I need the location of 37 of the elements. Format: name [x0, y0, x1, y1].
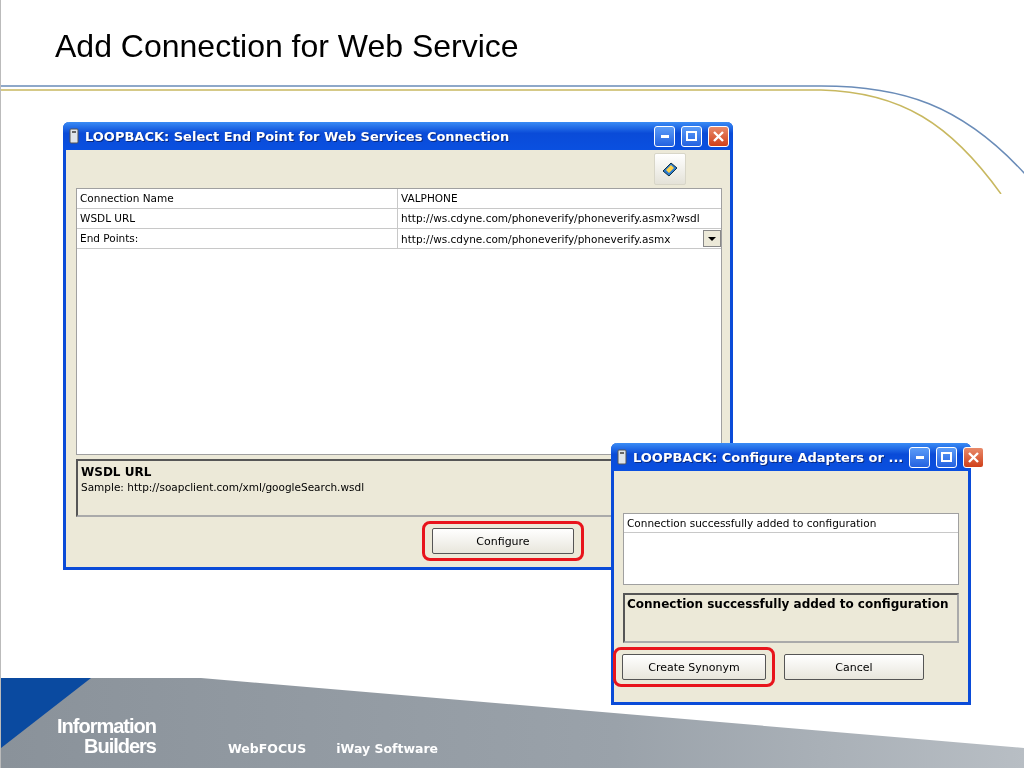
app-icon: [69, 128, 79, 144]
logo-text: Builders: [83, 736, 156, 756]
footer-brand-text: iWay Software: [336, 741, 439, 756]
property-label: Connection Name: [77, 189, 398, 208]
logo-text: Information: [57, 716, 156, 736]
close-button[interactable]: [708, 125, 729, 147]
close-icon: [968, 451, 980, 463]
slide-title: Add Connection for Web Service: [54, 27, 520, 66]
app-icon: [617, 449, 627, 465]
property-label: WSDL URL: [77, 209, 398, 228]
endpoint-dropdown[interactable]: http://ws.cdyne.com/phoneverify/phoneverify.asmx: [398, 229, 721, 248]
status-message: Connection successfully added to configuration: [623, 593, 959, 643]
help-title: WSDL URL: [81, 465, 153, 479]
minimize-icon: [660, 134, 669, 138]
close-icon: [713, 130, 724, 142]
configure-button[interactable]: Configure: [432, 528, 574, 554]
maximize-icon: [941, 452, 953, 462]
book-icon: [661, 160, 679, 178]
minimize-icon: [915, 455, 924, 459]
minimize-button[interactable]: [654, 125, 675, 147]
property-value: http://ws.cdyne.com/phoneverify/phoneverify.asmx?wsdl: [400, 211, 701, 226]
footer-brand-text: WebFOCUS: [228, 741, 307, 756]
window-title: LOOPBACK: Select End Point for Web Services Connection: [85, 128, 511, 144]
maximize-icon: [686, 131, 697, 141]
property-label: End Points:: [77, 229, 398, 248]
message-row: Connection successfully added to configuration: [624, 514, 958, 533]
property-value: VALPHONE: [400, 191, 459, 206]
maximize-button[interactable]: [681, 125, 702, 147]
dialog-button[interactable]: Create Synonym: [622, 654, 766, 680]
dialog-title: LOOPBACK: Configure Adapters or ...: [633, 449, 904, 465]
minimize-button[interactable]: [909, 446, 931, 468]
close-button[interactable]: [963, 446, 985, 468]
help-text: Sample: http://soapclient.com/xml/googleSearch.wsdl: [81, 481, 366, 493]
maximize-button[interactable]: [936, 446, 958, 468]
dialog-button[interactable]: Cancel: [784, 654, 924, 680]
caret-icon: [708, 236, 716, 241]
help-book-button[interactable]: [654, 153, 686, 185]
